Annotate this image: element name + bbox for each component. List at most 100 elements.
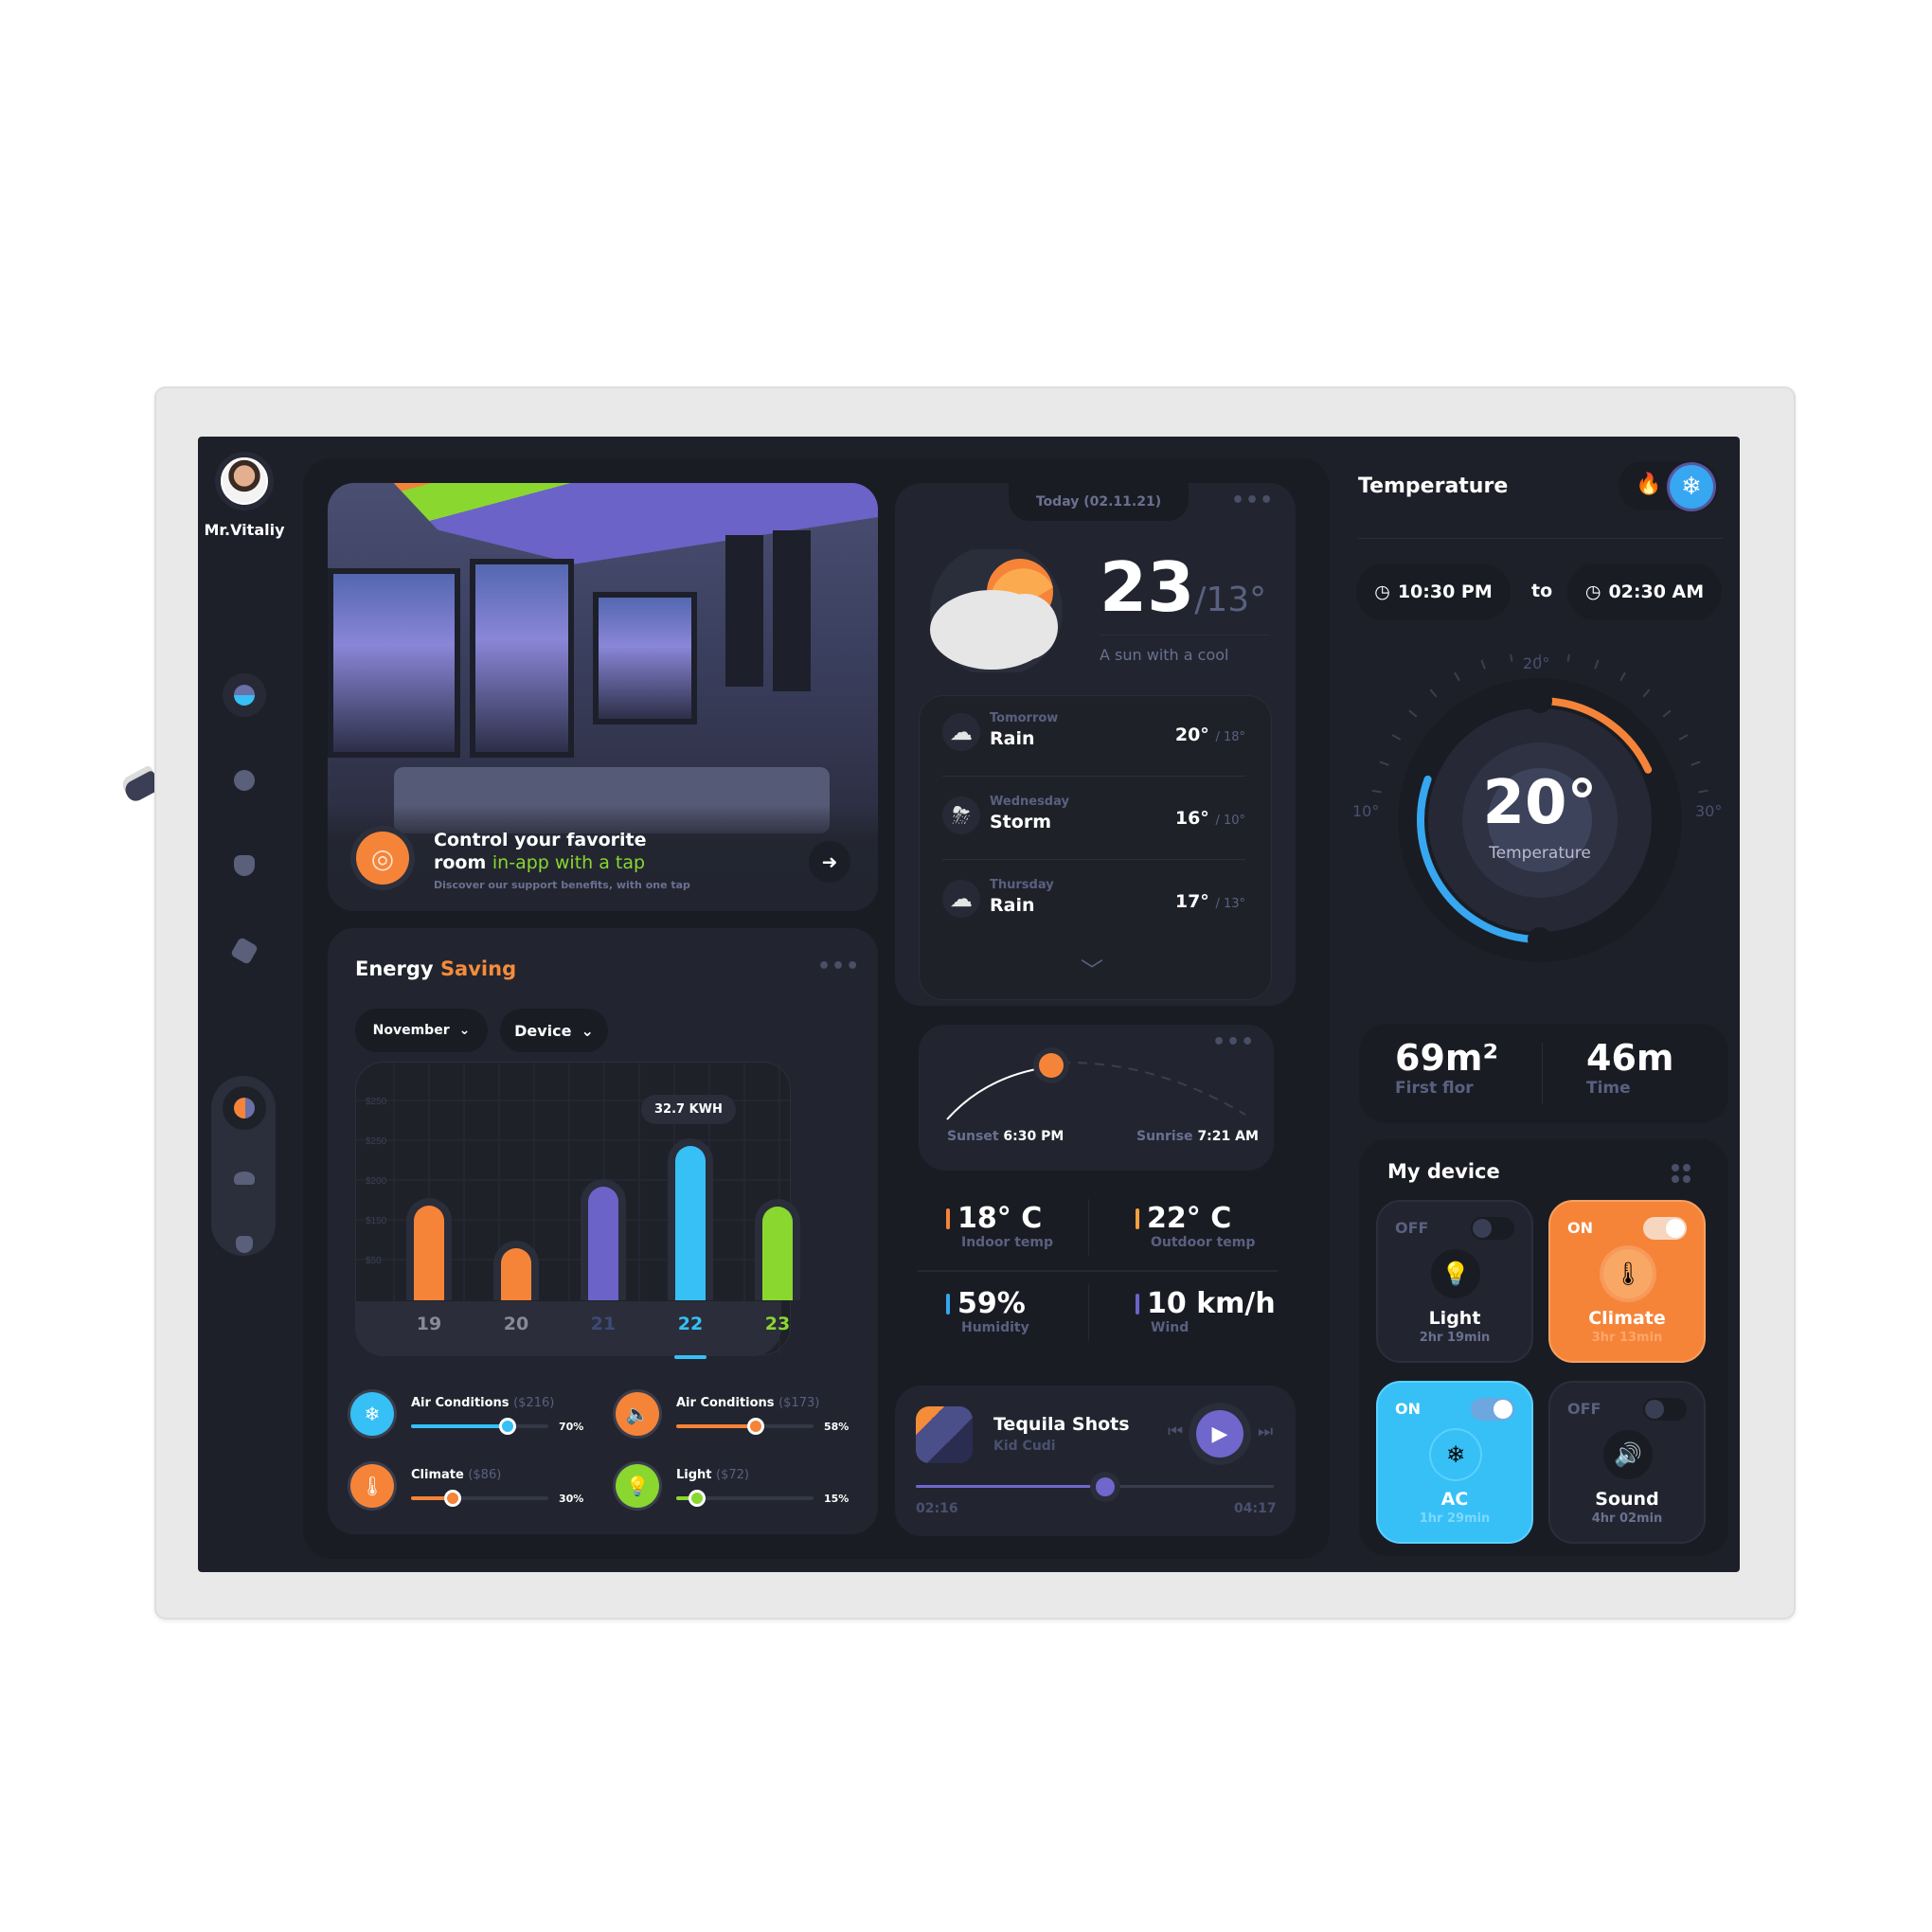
scale-mid-label: 20° <box>1523 654 1550 672</box>
heat-cool-toggle[interactable]: 🔥 ❄ <box>1619 461 1719 510</box>
device-state: OFF <box>1567 1400 1601 1418</box>
legend-slider[interactable] <box>411 1418 548 1435</box>
slider-knob[interactable] <box>498 1418 516 1435</box>
sunrise-label: Sunrise <box>1136 1129 1193 1144</box>
thermometer-icon: 🌡 <box>1603 1249 1653 1298</box>
bar-23[interactable] <box>762 1206 793 1300</box>
legend-name: Air Conditions <box>411 1396 510 1410</box>
x-tick-label[interactable]: 19 <box>405 1314 453 1334</box>
x-tick-label[interactable]: 21 <box>580 1314 627 1334</box>
play-button[interactable]: ▶ <box>1196 1410 1243 1458</box>
stat-label: Wind <box>1151 1320 1190 1335</box>
dial-tick <box>1429 689 1438 698</box>
schedule-start-time[interactable]: ◷ 10:30 PM <box>1356 564 1511 620</box>
bar-20[interactable] <box>501 1248 531 1300</box>
energy-title: Energy Saving <box>355 957 516 980</box>
previous-track-button[interactable]: ⏮ <box>1168 1422 1183 1441</box>
month-dropdown[interactable]: November ⌄ <box>355 1009 488 1052</box>
temp-high: 23 <box>1100 547 1195 627</box>
legend-percent: 30% <box>559 1493 584 1505</box>
sidebar-item-light[interactable] <box>223 759 266 802</box>
slider-knob[interactable] <box>688 1490 706 1507</box>
weather-more-button[interactable]: ••• <box>1231 489 1274 512</box>
arrow-right-button[interactable]: ➜ <box>809 841 850 883</box>
air-conditioner-icon: ❄ <box>1431 1430 1480 1479</box>
clock-icon: ◷ <box>1374 581 1390 602</box>
sidebar-item-profile[interactable] <box>223 1223 266 1266</box>
forecast-row[interactable]: ⛈ Wednesday Storm 16° / 10° <box>942 789 1245 855</box>
forecast-row[interactable]: ☁ Thursday Rain 17° / 13° <box>942 872 1245 939</box>
dial-tick <box>1619 671 1626 682</box>
legend-slider[interactable] <box>676 1418 814 1435</box>
device-state: ON <box>1567 1219 1593 1237</box>
divider <box>918 1270 1278 1272</box>
avatar-button[interactable] <box>215 452 274 510</box>
toggle-knob <box>1494 1400 1512 1419</box>
dial-tick <box>1408 709 1418 718</box>
slider-knob[interactable] <box>443 1490 461 1507</box>
grid-view-button[interactable] <box>1672 1164 1690 1183</box>
device-dropdown[interactable]: Device ⌄ <box>500 1009 608 1052</box>
hero-title-room: room <box>434 852 492 873</box>
device-card-light[interactable]: OFF 💡 Light 2hr 19min <box>1376 1200 1533 1363</box>
bar-19[interactable] <box>414 1206 444 1300</box>
music-progress-knob[interactable] <box>1096 1477 1116 1496</box>
legend-name: Climate <box>411 1468 464 1482</box>
bar-21[interactable] <box>588 1186 618 1300</box>
device-toggle[interactable] <box>1643 1217 1687 1240</box>
flame-icon[interactable]: 🔥 <box>1636 473 1661 496</box>
sidebar-item-box[interactable] <box>223 929 266 973</box>
device-toggle[interactable] <box>1471 1217 1514 1240</box>
forecast-high: 17° <box>1174 891 1209 912</box>
end-time-value: 02:30 AM <box>1608 581 1705 602</box>
device-card-sound[interactable]: OFF 🔊 Sound 4hr 02min <box>1548 1381 1706 1544</box>
lightbulb-icon <box>234 770 255 791</box>
sidebar-item-home[interactable] <box>223 673 266 717</box>
thermostat-dial[interactable]: 20° 10° 30° 20° Temperature <box>1352 654 1727 986</box>
stat-outdoor-temp: 22° C Outdoor temp <box>1136 1202 1255 1250</box>
device-card-climate[interactable]: ON 🌡 Climate 3hr 13min <box>1548 1200 1706 1363</box>
toggle-knob <box>1666 1219 1685 1238</box>
slider-fill <box>676 1424 757 1428</box>
sun-more-button[interactable]: ••• <box>1212 1030 1255 1054</box>
stat-wind: 10 km/h Wind <box>1136 1287 1276 1335</box>
box-icon <box>229 936 259 966</box>
legend-percent: 15% <box>824 1493 850 1505</box>
schedule-end-time[interactable]: ◷ 02:30 AM <box>1567 564 1722 620</box>
chevron-down-icon: ⌄ <box>581 1021 594 1040</box>
bar-22[interactable] <box>675 1146 706 1300</box>
forecast-low: / 10° <box>1215 814 1245 828</box>
device-toggle[interactable] <box>1471 1398 1514 1421</box>
x-tick-label[interactable]: 20 <box>492 1314 540 1334</box>
x-tick-label[interactable]: 23 <box>754 1314 801 1334</box>
legend-slider[interactable] <box>676 1490 814 1507</box>
sidebar-item-stats[interactable] <box>223 1156 266 1200</box>
slider-knob[interactable] <box>747 1418 765 1435</box>
device-card-ac[interactable]: ON ❄ AC 1hr 29min <box>1376 1381 1533 1544</box>
expand-chevron-icon[interactable]: ﹀ <box>1081 952 1103 985</box>
toggle-knob <box>1473 1219 1492 1238</box>
legend-slider[interactable] <box>411 1490 548 1507</box>
snowflake-icon[interactable]: ❄ <box>1670 465 1713 509</box>
legend-item: ❄ Air Conditions ($216) 70% <box>350 1392 583 1436</box>
device-name: Climate <box>1588 1308 1666 1329</box>
legend-label: Air Conditions ($216) <box>411 1396 554 1410</box>
device-usage-time: 4hr 02min <box>1591 1512 1663 1526</box>
next-track-button[interactable]: ⏭ <box>1258 1422 1273 1441</box>
x-tick-label[interactable]: 22 <box>667 1314 714 1334</box>
forecast-temp: 16° / 10° <box>1175 808 1245 829</box>
forecast-day: Tomorrow <box>990 711 1059 725</box>
room-hero-card[interactable]: ◎ Control your favorite room in-app with… <box>328 483 878 911</box>
sidebar-item-users[interactable] <box>223 844 266 887</box>
forecast-row[interactable]: ☁ Tomorrow Rain 20° / 18° <box>942 706 1245 772</box>
device-toggle[interactable] <box>1643 1398 1687 1421</box>
fingerprint-icon[interactable]: ◎ <box>356 832 409 885</box>
rain-icon: ☁ <box>942 880 980 918</box>
music-progress-slider[interactable] <box>916 1477 1274 1496</box>
hero-title-highlight: in-app with a tap <box>492 852 646 873</box>
sunrise-info: Sunrise 7:21 AM <box>1136 1129 1259 1144</box>
humidity-marker <box>946 1293 950 1315</box>
more-options-button[interactable]: ••• <box>817 955 860 978</box>
wind-marker <box>1136 1293 1139 1315</box>
sidebar-item-theme[interactable] <box>223 1086 266 1130</box>
